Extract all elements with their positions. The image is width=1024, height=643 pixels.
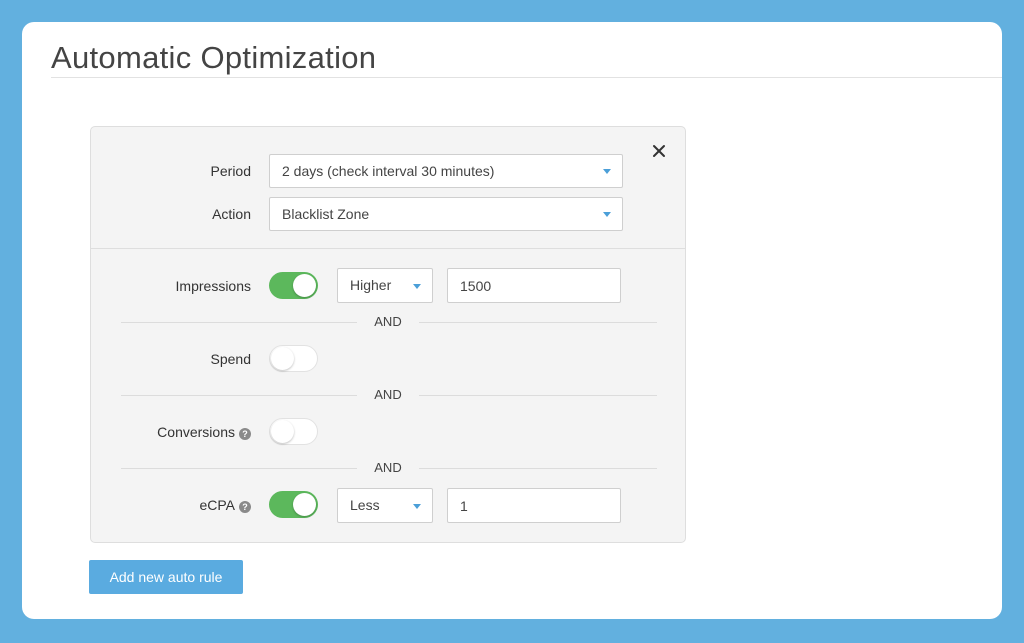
help-icon[interactable]: ? bbox=[239, 501, 251, 513]
separator-line bbox=[121, 395, 357, 396]
toggle-knob bbox=[293, 493, 316, 516]
separator-line bbox=[121, 322, 357, 323]
page-title: Automatic Optimization bbox=[51, 40, 377, 75]
toggle-knob bbox=[293, 274, 316, 297]
ecpa-toggle[interactable] bbox=[269, 491, 318, 518]
impressions-label: Impressions bbox=[175, 278, 251, 294]
and-label: AND bbox=[374, 460, 402, 475]
toggle-knob bbox=[271, 420, 294, 443]
conversions-label-row: Conversions? bbox=[91, 423, 251, 441]
close-icon[interactable] bbox=[649, 141, 669, 161]
chevron-down-icon bbox=[603, 212, 611, 217]
impressions-operator-value: Higher bbox=[350, 277, 392, 293]
ecpa-label: eCPA bbox=[199, 497, 235, 513]
ecpa-label-row: eCPA? bbox=[91, 496, 251, 514]
action-select-value: Blacklist Zone bbox=[282, 206, 370, 222]
page-card: Automatic Optimization Period 2 days (ch… bbox=[22, 22, 1002, 619]
chevron-down-icon bbox=[603, 169, 611, 174]
separator-line bbox=[419, 395, 657, 396]
and-label: AND bbox=[374, 387, 402, 402]
and-separator: AND bbox=[121, 314, 657, 330]
spend-toggle[interactable] bbox=[269, 345, 318, 372]
auto-rule-panel: Period 2 days (check interval 30 minutes… bbox=[90, 126, 686, 543]
add-new-auto-rule-button[interactable]: Add new auto rule bbox=[89, 560, 243, 594]
action-select[interactable]: Blacklist Zone bbox=[269, 197, 623, 231]
impressions-operator-select[interactable]: Higher bbox=[337, 268, 433, 303]
period-select-value: 2 days (check interval 30 minutes) bbox=[282, 163, 495, 179]
panel-divider bbox=[91, 248, 685, 249]
ecpa-value-input[interactable] bbox=[447, 488, 621, 523]
and-separator: AND bbox=[121, 460, 657, 476]
and-separator: AND bbox=[121, 387, 657, 403]
conversions-label: Conversions bbox=[157, 424, 235, 440]
period-select[interactable]: 2 days (check interval 30 minutes) bbox=[269, 154, 623, 188]
impressions-value-input[interactable] bbox=[447, 268, 621, 303]
spend-label: Spend bbox=[210, 351, 251, 367]
and-label: AND bbox=[374, 314, 402, 329]
conversions-toggle[interactable] bbox=[269, 418, 318, 445]
ecpa-operator-select[interactable]: Less bbox=[337, 488, 433, 523]
separator-line bbox=[121, 468, 357, 469]
chevron-down-icon bbox=[413, 503, 421, 509]
impressions-toggle[interactable] bbox=[269, 272, 318, 299]
period-label: Period bbox=[210, 163, 251, 179]
title-divider bbox=[51, 77, 1002, 78]
ecpa-operator-value: Less bbox=[350, 497, 380, 513]
help-icon[interactable]: ? bbox=[239, 428, 251, 440]
action-label: Action bbox=[212, 206, 251, 222]
chevron-down-icon bbox=[413, 283, 421, 289]
toggle-knob bbox=[271, 347, 294, 370]
separator-line bbox=[419, 322, 657, 323]
separator-line bbox=[419, 468, 657, 469]
